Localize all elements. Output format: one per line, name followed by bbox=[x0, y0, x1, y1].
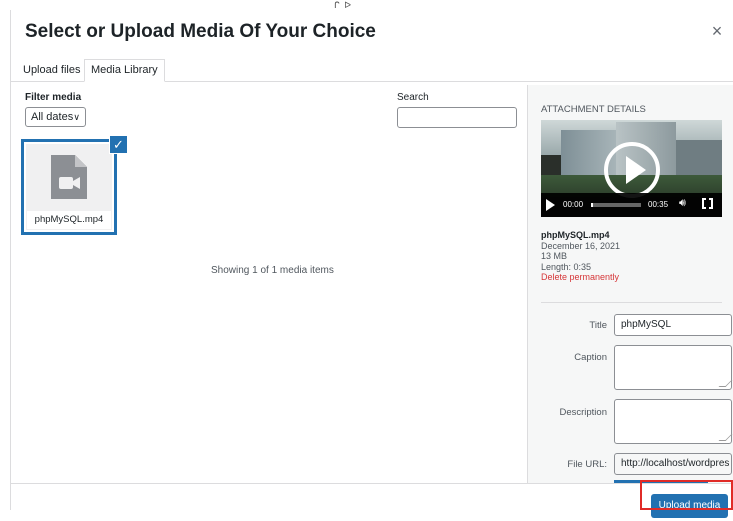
file-url-field[interactable]: http://localhost/wordpres bbox=[614, 453, 732, 475]
big-play-icon[interactable] bbox=[604, 142, 660, 198]
attachment-date: December 16, 2021 bbox=[541, 240, 621, 251]
highlight-box bbox=[640, 480, 733, 510]
description-label: Description bbox=[559, 407, 607, 418]
video-controls: 00:00 00:35 🔊︎ bbox=[541, 193, 722, 217]
media-modal: Select or Upload Media Of Your Choice × … bbox=[10, 10, 733, 521]
modal-title: Select or Upload Media Of Your Choice bbox=[25, 21, 376, 42]
progress-fill bbox=[591, 203, 593, 207]
tab-upload-files[interactable]: Upload files bbox=[17, 60, 86, 81]
resize-grip-icon[interactable] bbox=[718, 434, 733, 441]
filter-media-label: Filter media bbox=[25, 92, 82, 103]
video-document-icon bbox=[51, 155, 87, 199]
caption-label: Caption bbox=[574, 352, 607, 363]
progress-rail[interactable] bbox=[591, 203, 641, 207]
attachment-meta: phpMySQL.mp4 December 16, 2021 13 MB Len… bbox=[541, 230, 620, 283]
attachment-details-heading: ATTACHMENT DETAILS bbox=[541, 104, 646, 115]
divider bbox=[541, 302, 722, 303]
description-field[interactable] bbox=[614, 399, 733, 444]
chevron-down-icon: ∨ bbox=[73, 112, 80, 122]
tab-bar: Upload files Media Library bbox=[11, 58, 733, 82]
file-url-label: File URL: bbox=[567, 459, 607, 470]
video-player[interactable]: 00:00 00:35 🔊︎ bbox=[541, 120, 722, 217]
volume-icon[interactable]: 🔊︎ bbox=[679, 197, 686, 210]
resize-grip-icon[interactable] bbox=[718, 380, 733, 387]
title-field[interactable]: phpMySQL bbox=[614, 314, 732, 336]
search-label: Search bbox=[397, 92, 429, 103]
play-icon[interactable] bbox=[546, 199, 555, 211]
attachment-details-sidebar: ATTACHMENT DETAILS 00:00 00:35 🔊︎ phpMyS… bbox=[527, 85, 733, 484]
attachment-size: 13 MB bbox=[541, 251, 568, 261]
attachment-filename: phpMySQL.mp4 bbox=[541, 230, 610, 240]
media-item-filename: phpMySQL.mp4 bbox=[27, 211, 111, 229]
top-strip: ᒋ ᐅ bbox=[0, 0, 733, 10]
attachment-length: Length: 0:35 bbox=[541, 261, 592, 272]
close-icon[interactable]: × bbox=[706, 20, 728, 42]
media-item[interactable]: phpMySQL.mp4 bbox=[21, 139, 117, 235]
modal-footer: Upload media bbox=[11, 483, 733, 521]
delete-permanently-link[interactable]: Delete permanently bbox=[541, 272, 620, 283]
tab-media-library[interactable]: Media Library bbox=[84, 59, 165, 82]
search-input[interactable] bbox=[397, 107, 517, 128]
fullscreen-icon[interactable] bbox=[702, 197, 713, 210]
duration: 00:35 bbox=[648, 200, 669, 209]
date-filter-select[interactable]: All dates ∨ bbox=[25, 107, 86, 127]
date-filter-value: All dates bbox=[31, 111, 74, 123]
current-time: 00:00 bbox=[563, 200, 584, 209]
media-count-status: Showing 1 of 1 media items bbox=[211, 265, 334, 276]
title-label: Title bbox=[589, 320, 607, 331]
checkmark-icon[interactable]: ✓ bbox=[109, 135, 128, 154]
caption-field[interactable] bbox=[614, 345, 733, 390]
